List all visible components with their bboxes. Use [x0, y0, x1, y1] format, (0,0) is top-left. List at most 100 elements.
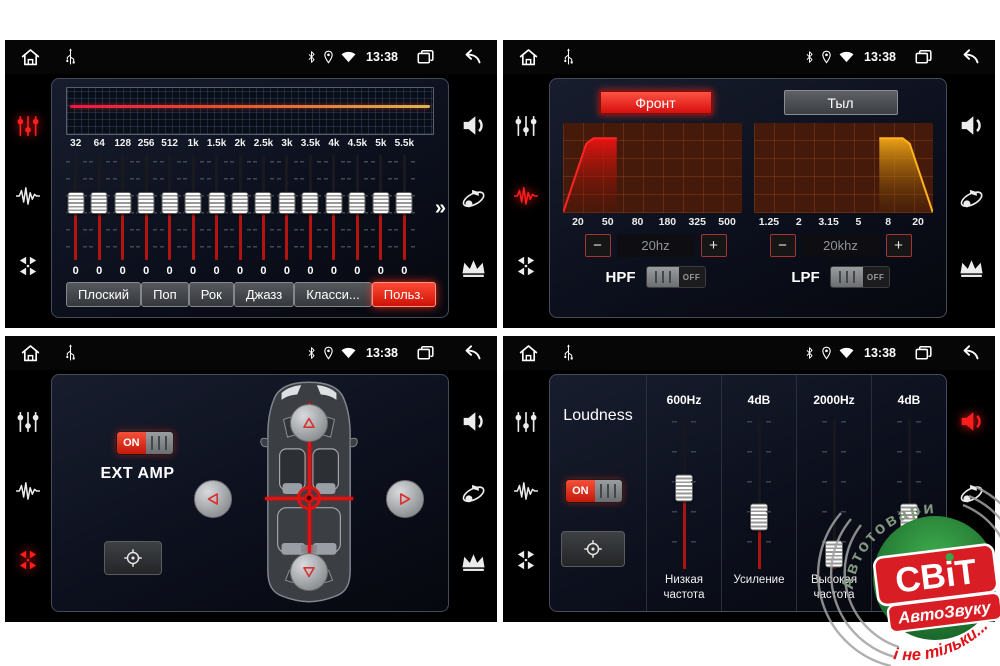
speaker-tab[interactable]: Тыл: [784, 90, 898, 115]
triangle-left-icon: [205, 491, 221, 507]
balance-tab-icon[interactable]: [515, 548, 537, 572]
slider-handle[interactable]: [91, 192, 108, 214]
slider-handle[interactable]: [161, 192, 178, 214]
volume-icon[interactable]: [958, 113, 985, 138]
eq-band-slider[interactable]: [393, 153, 416, 262]
ext-amp-toggle[interactable]: ON: [116, 431, 174, 455]
slider-handle[interactable]: [278, 192, 295, 214]
slider-handle[interactable]: [114, 192, 131, 214]
slider-handle[interactable]: [67, 192, 84, 214]
eq-band-slider[interactable]: [205, 153, 228, 262]
slider-handle[interactable]: [325, 192, 342, 214]
loudness-slider[interactable]: [669, 419, 699, 569]
band-value: 0: [87, 265, 110, 277]
balance-tab-icon[interactable]: [17, 254, 39, 278]
hpf-toggle[interactable]: OFF: [646, 266, 706, 288]
toggle-grip[interactable]: [595, 480, 622, 502]
slider-handle[interactable]: [208, 192, 225, 214]
crown-icon[interactable]: [460, 552, 487, 573]
eq-band-slider[interactable]: [228, 153, 251, 262]
eq-band-slider[interactable]: [275, 153, 298, 262]
center-reset-button[interactable]: [104, 541, 162, 575]
balance-right-button[interactable]: [386, 480, 424, 518]
back-icon[interactable]: [957, 48, 980, 66]
recents-icon[interactable]: [915, 345, 932, 361]
fader-front-button[interactable]: [290, 404, 328, 442]
eq-band-sliders: [64, 153, 416, 262]
eq-preset-button[interactable]: Польз.: [372, 282, 436, 307]
eq-band-slider[interactable]: [369, 153, 392, 262]
volume-icon[interactable]: [460, 409, 487, 434]
slider-handle[interactable]: [185, 192, 202, 214]
spectrum-tab-icon[interactable]: [513, 481, 539, 501]
speaker-tab[interactable]: Фронт: [599, 90, 713, 115]
slider-handle[interactable]: [675, 475, 693, 502]
slider-handle[interactable]: [255, 192, 272, 214]
back-icon[interactable]: [459, 344, 482, 362]
balance-tab-icon[interactable]: [515, 254, 537, 278]
spectrum-tab-icon[interactable]: [15, 186, 41, 206]
volume-icon[interactable]: [460, 113, 487, 138]
eq-preset-button[interactable]: Класси...: [294, 282, 372, 307]
toggle-on-label: ON: [566, 480, 595, 502]
sound-effects-icon[interactable]: [459, 185, 487, 211]
slider-handle[interactable]: [372, 192, 389, 214]
toggle-grip[interactable]: [146, 432, 173, 454]
slider-handle[interactable]: [349, 192, 366, 214]
loudness-slider[interactable]: [744, 419, 774, 569]
balance-fader-position-dot[interactable]: [304, 493, 314, 503]
eq-band-slider[interactable]: [111, 153, 134, 262]
home-icon[interactable]: [20, 343, 41, 363]
balance-tab-icon[interactable]: [17, 548, 39, 572]
eq-preset-button[interactable]: Поп: [141, 282, 189, 307]
eq-band-slider[interactable]: [134, 153, 157, 262]
eq-band-slider[interactable]: [299, 153, 322, 262]
eq-preset-button[interactable]: Плоский: [66, 282, 141, 307]
sound-effects-icon[interactable]: [957, 185, 985, 211]
crown-icon[interactable]: [958, 258, 985, 279]
eq-preset-button[interactable]: Джазз: [234, 282, 294, 307]
recents-icon[interactable]: [417, 345, 434, 361]
slider-handle[interactable]: [138, 192, 155, 214]
back-icon[interactable]: [957, 344, 980, 362]
lpf-toggle[interactable]: OFF: [830, 266, 890, 288]
eq-band-slider[interactable]: [64, 153, 87, 262]
eq-band-slider[interactable]: [181, 153, 204, 262]
slider-handle[interactable]: [750, 503, 768, 530]
hpf-plus-button[interactable]: +: [701, 234, 727, 257]
home-icon[interactable]: [518, 47, 539, 67]
spectrum-tab-icon[interactable]: [15, 481, 41, 501]
center-reset-button[interactable]: [561, 531, 625, 567]
lpf-plus-button[interactable]: +: [886, 234, 912, 257]
recents-icon[interactable]: [417, 49, 434, 65]
hpf-minus-button[interactable]: −: [585, 234, 611, 257]
slider-handle[interactable]: [396, 192, 413, 214]
home-icon[interactable]: [20, 47, 41, 67]
lpf-minus-button[interactable]: −: [770, 234, 796, 257]
eq-band-slider[interactable]: [252, 153, 275, 262]
fader-rear-button[interactable]: [290, 553, 328, 591]
home-icon[interactable]: [518, 343, 539, 363]
eq-band-slider[interactable]: [87, 153, 110, 262]
loudness-toggle[interactable]: ON: [565, 479, 623, 503]
volume-icon[interactable]: [958, 409, 985, 434]
eq-band-slider[interactable]: [158, 153, 181, 262]
equalizer-tab-icon[interactable]: [16, 410, 40, 434]
eq-preset-button[interactable]: Рок: [189, 282, 234, 307]
equalizer-tab-icon[interactable]: [16, 114, 40, 138]
equalizer-tab-icon[interactable]: [514, 410, 538, 434]
eq-band-slider[interactable]: [346, 153, 369, 262]
back-icon[interactable]: [459, 48, 482, 66]
toggle-grip[interactable]: [647, 267, 679, 287]
spectrum-tab-icon[interactable]: [513, 186, 539, 206]
sound-effects-icon[interactable]: [459, 480, 487, 506]
eq-band-slider[interactable]: [322, 153, 345, 262]
toggle-grip[interactable]: [831, 267, 863, 287]
more-bands-chevron-icon[interactable]: »: [435, 197, 446, 220]
equalizer-tab-icon[interactable]: [514, 114, 538, 138]
balance-left-button[interactable]: [194, 480, 232, 518]
recents-icon[interactable]: [915, 49, 932, 65]
slider-handle[interactable]: [302, 192, 319, 214]
slider-handle[interactable]: [232, 192, 249, 214]
crown-icon[interactable]: [460, 258, 487, 279]
